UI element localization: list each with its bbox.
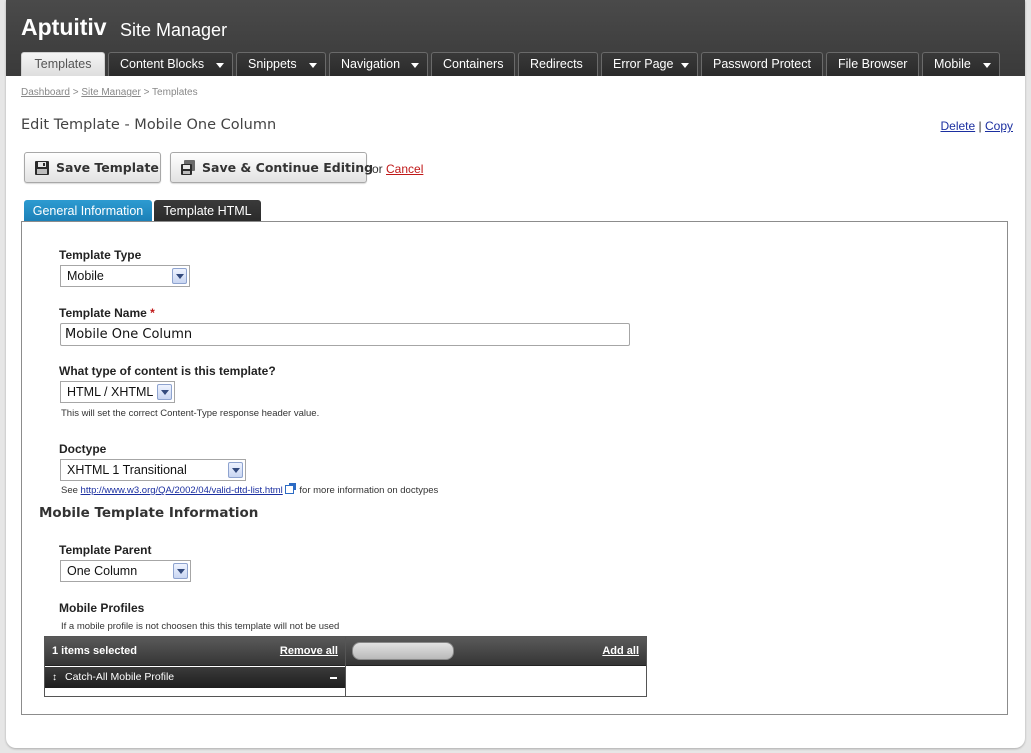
template-type-value: Mobile [67, 269, 104, 283]
nav-tab-label: Templates [34, 57, 92, 71]
save-continue-button[interactable]: Save & Continue Editing [170, 152, 373, 183]
caret-down-icon [216, 63, 224, 68]
content-type-select[interactable]: HTML / XHTML [60, 381, 175, 403]
nav-tab-label: Snippets [248, 57, 297, 71]
dropdown-arrow-icon [157, 384, 172, 400]
template-parent-value: One Column [67, 564, 138, 578]
copy-link[interactable]: Copy [985, 119, 1013, 133]
app-window: Aptuitiv Site Manager Templates Content … [6, 0, 1025, 748]
doctype-reference-link[interactable]: http://www.w3.org/QA/2002/04/valid-dtd-l… [81, 485, 283, 496]
page-title: Edit Template - Mobile One Column [21, 117, 277, 133]
available-profiles-list: Add all [346, 637, 646, 696]
selected-profiles-list: 1 items selected Remove all ↕ Catch-All … [45, 637, 346, 696]
template-name-input[interactable] [60, 323, 630, 346]
doctype-help: See http://www.w3.org/QA/2002/04/valid-d… [61, 483, 439, 496]
doctype-value: XHTML 1 Transitional [67, 463, 187, 477]
save-continue-label: Save & Continue Editing [202, 160, 374, 175]
selected-count: 1 items selected [52, 645, 137, 657]
template-type-label: Template Type [59, 248, 142, 262]
save-template-label: Save Template [56, 160, 159, 175]
breadcrumb: Dashboard > Site Manager > Templates [21, 87, 198, 98]
tab-general-information[interactable]: General Information [24, 200, 152, 222]
nav-tab-templates[interactable]: Templates [21, 52, 105, 76]
general-information-panel: Template Type Mobile Template Name * Wha… [21, 221, 1008, 715]
dropdown-arrow-icon [173, 563, 188, 579]
nav-tab-label: File Browser [838, 57, 908, 71]
drag-handle-icon[interactable]: ↕ [52, 667, 57, 688]
nav-tab-label: Containers [443, 57, 504, 71]
nav-tab-label: Mobile [934, 57, 971, 71]
available-profiles-header: Add all [346, 637, 646, 666]
mobile-profiles-label: Mobile Profiles [59, 601, 145, 615]
caret-down-icon [983, 63, 991, 68]
site-manager-title: Site Manager [120, 20, 228, 40]
header-bar: Aptuitiv Site Manager Templates Content … [6, 0, 1025, 76]
profile-name: Catch-All Mobile Profile [65, 671, 175, 683]
dropdown-arrow-icon [172, 268, 187, 284]
template-name-label-text: Template Name [59, 306, 147, 320]
nav-tab-navigation[interactable]: Navigation [329, 52, 428, 76]
template-parent-label: Template Parent [59, 543, 152, 557]
or-text: or [372, 162, 383, 176]
doctype-help-prefix: See [61, 485, 78, 496]
remove-all-link[interactable]: Remove all [280, 645, 338, 657]
mobile-profiles-help: If a mobile profile is not choosen this … [61, 621, 340, 632]
nav-tab-containers[interactable]: Containers [431, 52, 515, 76]
tab-template-html[interactable]: Template HTML [154, 200, 261, 222]
template-parent-select[interactable]: One Column [60, 560, 191, 582]
breadcrumb-site-manager[interactable]: Site Manager [81, 87, 140, 98]
brand-logo: Aptuitiv [21, 14, 107, 40]
remove-item-icon[interactable] [330, 677, 337, 679]
mobile-profiles-multiselect: 1 items selected Remove all ↕ Catch-All … [44, 636, 647, 697]
breadcrumb-separator: > [72, 87, 79, 98]
content-type-label: What type of content is this template? [59, 364, 276, 378]
record-actions: Delete | Copy [940, 119, 1013, 133]
nav-tab-label: Content Blocks [120, 57, 205, 71]
breadcrumb-separator: > [143, 87, 150, 98]
caret-down-icon [681, 63, 689, 68]
nav-tab-snippets[interactable]: Snippets [236, 52, 326, 76]
breadcrumb-dashboard[interactable]: Dashboard [21, 87, 70, 98]
caret-down-icon [411, 63, 419, 68]
nav-tab-password-protect[interactable]: Password Protect [701, 52, 823, 76]
nav-tab-redirects[interactable]: Redirects [518, 52, 598, 76]
mobile-section-heading: Mobile Template Information [39, 505, 259, 521]
caret-down-icon [309, 63, 317, 68]
nav-tab-label: Password Protect [713, 57, 811, 71]
cancel-group: or Cancel [372, 162, 423, 176]
content-type-help: This will set the correct Content-Type r… [61, 408, 320, 419]
save-template-button[interactable]: Save Template [24, 152, 161, 183]
external-link-icon[interactable] [284, 483, 296, 494]
doctype-label: Doctype [59, 442, 107, 456]
nav-tab-content-blocks[interactable]: Content Blocks [108, 52, 233, 76]
nav-tab-label: Error Page [613, 57, 674, 71]
content-type-value: HTML / XHTML [67, 385, 154, 399]
delete-link[interactable]: Delete [940, 119, 975, 133]
link-separator: | [978, 119, 982, 133]
required-marker: * [150, 306, 155, 320]
nav-tab-label: Navigation [341, 57, 401, 71]
nav-tab-file-browser[interactable]: File Browser [826, 52, 919, 76]
selected-profile-item[interactable]: ↕ Catch-All Mobile Profile [45, 667, 345, 688]
dropdown-arrow-icon [228, 462, 243, 478]
nav-tab-mobile[interactable]: Mobile [922, 52, 1000, 76]
template-type-select[interactable]: Mobile [60, 265, 190, 287]
template-name-label: Template Name * [59, 306, 155, 320]
nav-tab-error-page[interactable]: Error Page [601, 52, 698, 76]
add-all-link[interactable]: Add all [602, 645, 639, 657]
floppy-disk-icon [35, 161, 49, 175]
cancel-link[interactable]: Cancel [386, 162, 423, 176]
nav-tab-label: Redirects [530, 57, 583, 71]
doctype-select[interactable]: XHTML 1 Transitional [60, 459, 246, 481]
profile-search-input[interactable] [352, 642, 454, 660]
doctype-help-suffix: for more information on doctypes [299, 485, 439, 496]
breadcrumb-current: Templates [152, 87, 198, 98]
multiple-floppy-icon [181, 160, 195, 175]
selected-profiles-header: 1 items selected Remove all [45, 637, 345, 666]
